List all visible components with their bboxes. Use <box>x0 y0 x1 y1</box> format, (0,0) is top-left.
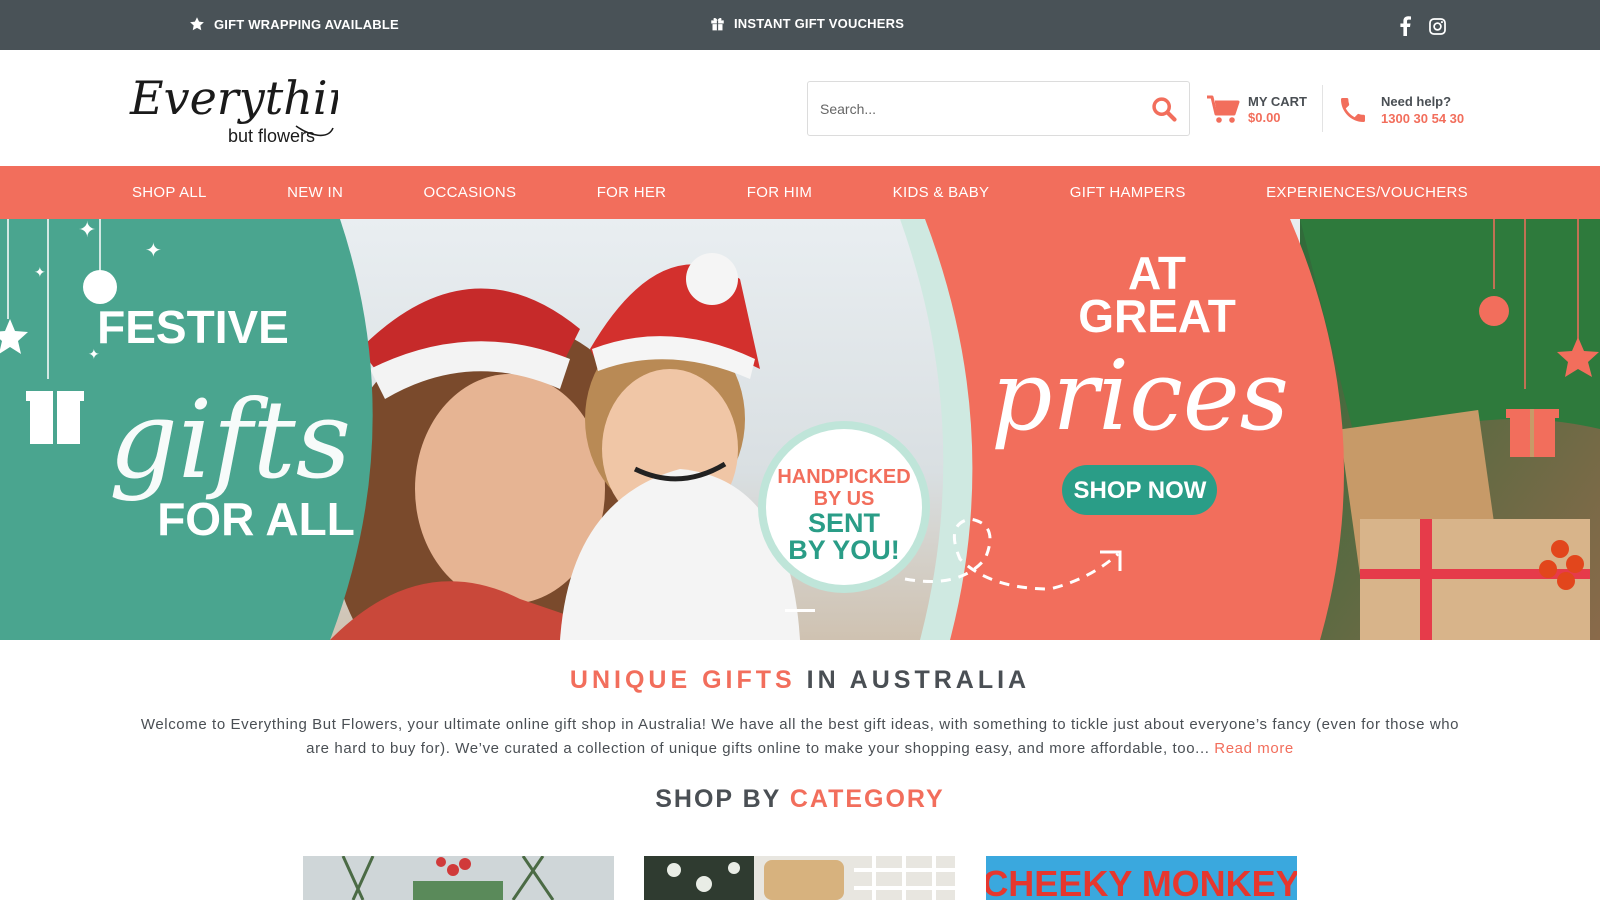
shop-now-button[interactable]: SHOP NOW <box>1062 465 1217 515</box>
category-heading-plain: SHOP BY <box>655 785 781 813</box>
banner-script-2: prices <box>991 340 1289 452</box>
nav-item-new-in[interactable]: NEW IN <box>287 184 343 201</box>
category-heading-accent: CATEGORY <box>789 785 945 813</box>
nav-item-for-him[interactable]: FOR HIM <box>747 184 812 201</box>
shop-now-label: SHOP NOW <box>1074 477 1207 504</box>
help-phone[interactable]: 1300 30 54 30 <box>1381 110 1464 127</box>
intro-heading-accent: UNIQUE GIFTS <box>569 666 796 694</box>
help-contact: Need help? 1300 30 54 30 <box>1337 88 1477 132</box>
search-input[interactable] <box>820 82 1140 135</box>
nav-item-kids-baby[interactable]: KIDS & BABY <box>893 184 990 201</box>
facebook-icon[interactable] <box>1395 15 1415 37</box>
main-nav: SHOP ALL NEW IN OCCASIONS FOR HER FOR HI… <box>0 166 1600 219</box>
intro-paragraph: Welcome to Everything But Flowers, your … <box>136 713 1464 761</box>
category-card[interactable] <box>644 856 955 900</box>
banner-headline-1: FESTIVE <box>97 301 289 353</box>
category-heading: SHOP BY CATEGORY <box>0 785 1600 814</box>
nav-item-shop-all[interactable]: SHOP ALL <box>132 184 207 201</box>
svg-text:✦: ✦ <box>34 264 46 280</box>
search-icon <box>1152 97 1177 122</box>
banner-headline-2: FOR ALL <box>157 493 355 545</box>
badge-line-1: HANDPICKED <box>777 466 910 488</box>
header-divider <box>1322 85 1323 132</box>
logo-script: Everything <box>129 71 338 125</box>
help-label: Need help? <box>1381 94 1452 109</box>
read-more-link[interactable]: Read more <box>1214 740 1294 757</box>
gift-wrapping-promo: GIFT WRAPPING AVAILABLE <box>189 16 399 32</box>
star-icon <box>190 17 204 31</box>
nav-item-gift-hampers[interactable]: GIFT HAMPERS <box>1070 184 1186 201</box>
slider-indicator[interactable] <box>785 609 815 612</box>
cart-total: $0.00 <box>1248 110 1281 125</box>
category-card[interactable] <box>303 856 614 900</box>
category-card[interactable]: CHEEKY MONKEY <box>986 856 1297 900</box>
top-bar: GIFT WRAPPING AVAILABLE INSTANT GIFT VOU… <box>0 0 1600 50</box>
svg-text:✦: ✦ <box>78 219 96 242</box>
nav-item-occasions[interactable]: OCCASIONS <box>424 184 517 201</box>
search-box <box>807 81 1190 136</box>
intro-heading: UNIQUE GIFTS IN AUSTRALIA <box>0 666 1600 695</box>
banner-script-1: gifts <box>109 378 351 503</box>
hero-banner[interactable]: ✦ ✦ ✦ ✦ FESTIVE gifts FOR ALL AT GREAT p… <box>0 219 1600 640</box>
promo-text: INSTANT GIFT VOUCHERS <box>734 16 905 31</box>
cart-icon <box>1207 95 1240 123</box>
badge-line-2: BY US <box>814 488 875 510</box>
site-header: Everything but flowers MY CART $0.00 Nee… <box>0 50 1600 166</box>
banner-headline-4: GREAT <box>1078 290 1236 342</box>
gift-icon <box>711 17 724 31</box>
intro-heading-rest: IN AUSTRALIA <box>806 666 1031 694</box>
badge-line-4: BY YOU! <box>788 535 900 565</box>
category-card-text: CHEEKY MONKEY <box>986 863 1297 900</box>
phone-icon <box>1341 98 1365 122</box>
site-logo[interactable]: Everything but flowers <box>128 56 387 162</box>
promo-text: GIFT WRAPPING AVAILABLE <box>214 16 399 32</box>
gift-vouchers-promo: INSTANT GIFT VOUCHERS <box>710 16 904 31</box>
nav-item-for-her[interactable]: FOR HER <box>597 184 667 201</box>
svg-text:✦: ✦ <box>145 240 162 262</box>
badge-line-3: SENT <box>808 508 881 538</box>
search-button[interactable] <box>1147 93 1181 125</box>
cart-button[interactable]: MY CART $0.00 <box>1206 88 1318 132</box>
handpicked-badge: HANDPICKED BY US SENT BY YOU! <box>758 421 930 593</box>
cart-label: MY CART <box>1248 94 1307 109</box>
nav-item-experiences-vouchers[interactable]: EXPERIENCES/VOUCHERS <box>1266 184 1468 201</box>
instagram-icon[interactable] <box>1427 15 1447 37</box>
